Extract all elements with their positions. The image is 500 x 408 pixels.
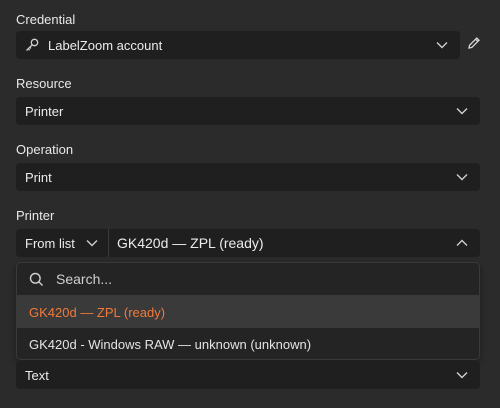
format-value: Text	[25, 367, 49, 383]
edit-credential-button[interactable]	[465, 36, 483, 54]
operation-select[interactable]: Print	[16, 163, 480, 191]
printer-field: From list GK420d — ZPL (ready)	[16, 229, 480, 257]
chevron-down-icon	[452, 167, 472, 187]
option-label: GK420d - Windows RAW — unknown (unknown)	[29, 336, 312, 352]
operation-value: Print	[25, 169, 52, 185]
printer-mode-value: From list	[25, 235, 75, 251]
chevron-down-icon	[432, 35, 452, 55]
credential-label: Credential	[16, 12, 76, 27]
printer-mode-select[interactable]: From list	[16, 229, 108, 257]
resource-value: Printer	[25, 103, 64, 119]
resource-select[interactable]: Printer	[16, 97, 480, 125]
printer-label: Printer	[16, 208, 55, 223]
chevron-down-icon	[82, 233, 102, 253]
operation-label: Operation	[16, 142, 74, 157]
search-row	[17, 263, 479, 296]
key-icon	[24, 37, 40, 53]
option-label: GK420d — ZPL (ready)	[29, 304, 166, 320]
dropdown-option-selected[interactable]: GK420d — ZPL (ready)	[17, 296, 479, 328]
printer-select[interactable]: GK420d — ZPL (ready)	[109, 229, 480, 257]
pencil-icon	[467, 36, 481, 55]
search-icon	[29, 272, 44, 287]
chevron-down-icon	[452, 101, 472, 121]
search-input[interactable]	[54, 270, 479, 288]
printer-dropdown: GK420d — ZPL (ready) GK420d - Windows RA…	[16, 262, 480, 360]
chevron-down-icon	[452, 365, 472, 385]
format-select[interactable]: Text	[16, 361, 480, 389]
chevron-up-icon	[452, 233, 472, 253]
dropdown-option[interactable]: GK420d - Windows RAW — unknown (unknown)	[17, 328, 479, 359]
credential-value: LabelZoom account	[48, 37, 163, 53]
credential-select[interactable]: LabelZoom account	[16, 31, 460, 59]
resource-label: Resource	[16, 76, 72, 91]
printer-value: GK420d — ZPL (ready)	[117, 235, 264, 251]
